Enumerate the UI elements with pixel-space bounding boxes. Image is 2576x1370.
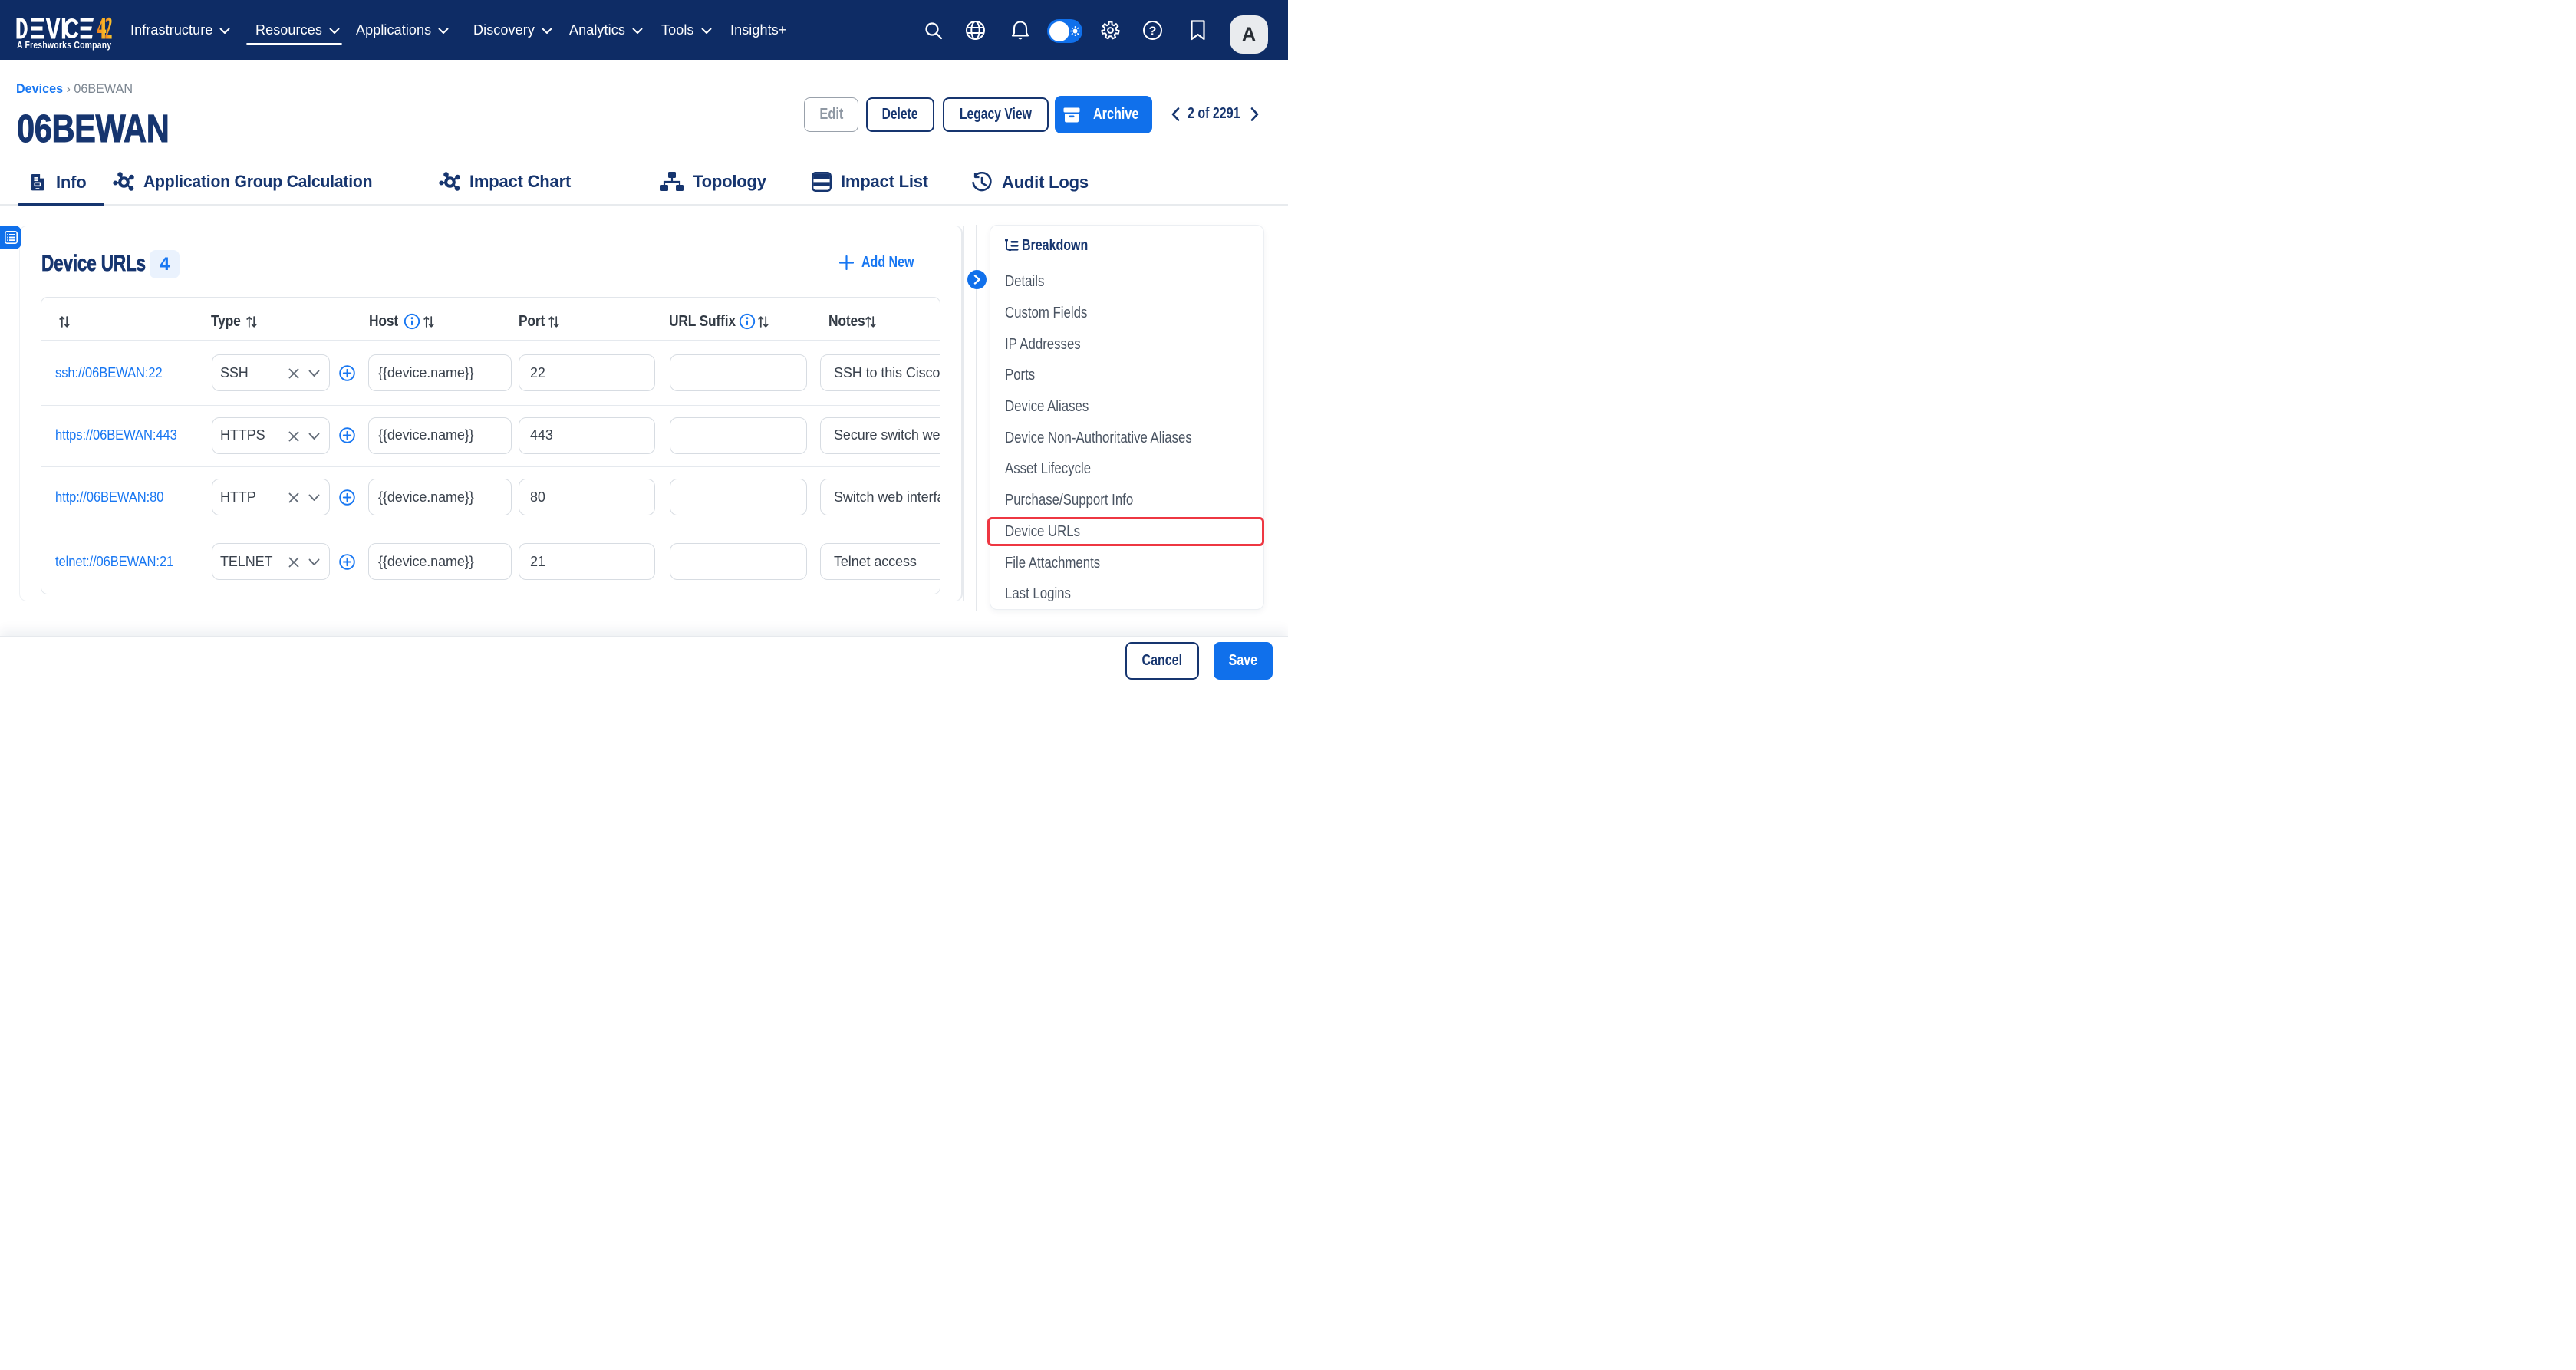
svg-text:?: ? [1149, 25, 1157, 38]
